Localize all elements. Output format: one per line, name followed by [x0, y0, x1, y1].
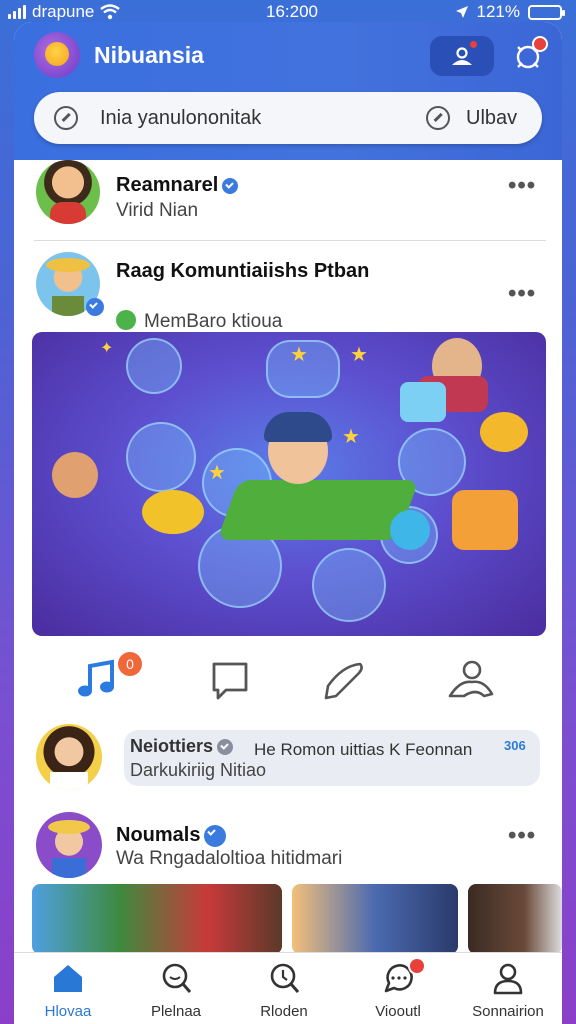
user-name[interactable]: Reamnarel — [116, 174, 239, 197]
avatar[interactable] — [36, 724, 102, 790]
wifi-icon — [100, 4, 121, 20]
notifications-button[interactable] — [508, 36, 548, 76]
app-logo[interactable] — [34, 32, 80, 78]
location-arrow-icon — [455, 6, 468, 18]
feed-item[interactable]: Raag Komuntiaiishs Ptban MemBaro ktioua … — [14, 250, 562, 333]
nav-label: Viooutl — [375, 1003, 421, 1020]
nav-chat[interactable]: Viooutl — [348, 953, 448, 1024]
explore-icon — [270, 963, 300, 993]
more-options-icon[interactable]: ••• — [508, 822, 536, 850]
message-sub: Darkukiriig Nitiao — [130, 760, 267, 780]
bottom-nav: Hlovaa Plelnaa Rloden Viooutl Sonnairion — [14, 952, 562, 1024]
group-icon — [116, 310, 136, 330]
thumbnail[interactable] — [292, 884, 458, 954]
search-icon — [162, 963, 192, 993]
location-icon — [426, 106, 450, 130]
carrier-label: drapune — [32, 2, 95, 21]
share-icon — [324, 662, 363, 700]
nav-label: Plelnaa — [150, 1003, 202, 1020]
more-options-icon[interactable]: ••• — [508, 280, 536, 308]
nav-home[interactable]: Hlovaa — [18, 953, 118, 1024]
thumbnail[interactable] — [32, 884, 282, 954]
verified-icon — [86, 298, 104, 316]
person-add-icon — [452, 47, 472, 65]
message-count: 306 — [504, 738, 526, 753]
search-bar[interactable]: Inia yanulononitak Ulbav — [34, 92, 542, 144]
user-name[interactable]: Noumals — [116, 824, 227, 847]
notification-badge — [532, 36, 548, 52]
battery-percent: 121% — [476, 2, 520, 21]
music-badge: 0 — [118, 652, 142, 676]
search-icon — [54, 106, 78, 130]
people-icon — [448, 660, 494, 698]
comment-button[interactable] — [206, 656, 254, 704]
music-note-icon — [78, 659, 114, 697]
avatar[interactable] — [36, 812, 102, 878]
share-button[interactable] — [320, 656, 368, 704]
search-input[interactable]: Inia yanulononitak — [100, 107, 261, 130]
nav-profile[interactable]: Sonnairion — [458, 953, 558, 1024]
group-name[interactable]: Raag Komuntiaiishs Ptban — [116, 260, 369, 303]
thumbnail[interactable] — [468, 884, 562, 954]
nav-label: Hlovaa — [44, 1003, 92, 1020]
post-image[interactable]: ★ ★ ★ ★ ✦ — [32, 332, 546, 636]
message-text: He Romon uittias K Feonnan — [254, 740, 473, 759]
thumbnail-strip — [32, 884, 562, 954]
more-options-icon[interactable]: ••• — [508, 172, 536, 200]
nav-explore[interactable]: Rloden — [234, 953, 334, 1024]
music-button[interactable]: 0 — [74, 652, 142, 704]
verified-icon — [204, 824, 227, 847]
post-actions: 0 — [14, 648, 562, 718]
feed-item[interactable]: Reamnarel Virid Nian ••• — [14, 160, 562, 244]
clock-label: 16:200 — [266, 2, 318, 21]
create-badge-dot — [470, 41, 477, 48]
app-title: Nibuansia — [94, 42, 204, 68]
nav-label: Sonnairion — [472, 1003, 544, 1020]
user-subtitle: Virid Nian — [116, 200, 199, 221]
profile-icon — [493, 963, 523, 995]
nav-search[interactable]: Plelnaa — [126, 953, 226, 1024]
create-post-button[interactable] — [430, 36, 494, 76]
battery-icon — [528, 4, 565, 20]
divider — [34, 240, 546, 241]
signal-icon — [8, 5, 26, 19]
home-icon — [54, 965, 82, 992]
chat-badge — [408, 957, 426, 975]
app-header: Nibuansia Inia yanulononitak Ulbav — [14, 22, 562, 160]
search-location-label[interactable]: Ulbav — [466, 107, 517, 130]
avatar[interactable] — [36, 160, 100, 224]
verified-icon — [222, 177, 239, 194]
user-subtitle: Wa Rngadaloltioa hitidmari — [116, 848, 343, 869]
group-subtitle: MemBaro ktioua — [116, 310, 282, 333]
verified-icon — [217, 739, 234, 756]
message-sender: Neiottiers — [130, 736, 234, 757]
friends-button[interactable] — [444, 656, 494, 704]
comment-icon — [212, 662, 248, 700]
app-window: Nibuansia Inia yanulononitak Ulbav Reamn… — [14, 22, 562, 1024]
nav-label: Rloden — [260, 1003, 308, 1020]
message-preview[interactable]: Neiottiers He Romon uittias K Feonnan Da… — [124, 730, 540, 786]
